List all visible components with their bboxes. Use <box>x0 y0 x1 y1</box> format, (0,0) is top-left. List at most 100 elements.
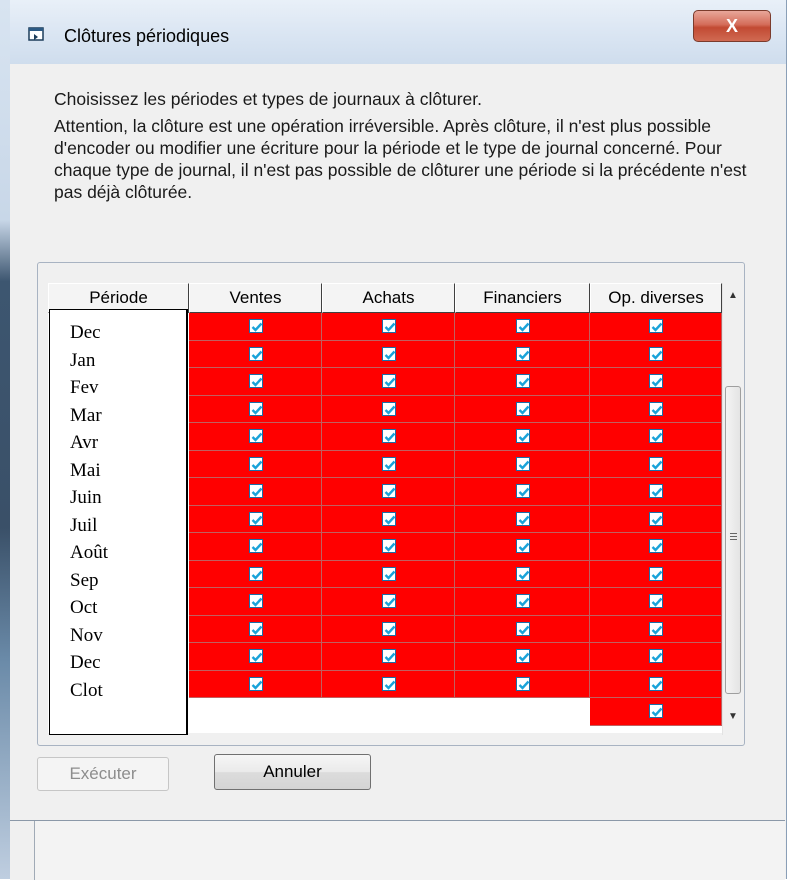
period-list: Dec Jan Fev Mar Avr Mai Juin Juil Août Sep Oct Nov D… <box>49 309 188 735</box>
close-checkbox-financiers[interactable] <box>515 621 530 636</box>
close-checkbox-financiers[interactable] <box>515 539 530 553</box>
close-checkbox-op_diverses[interactable] <box>649 621 663 636</box>
close-checkbox-op_diverses[interactable] <box>649 704 663 718</box>
column-header[interactable]: Ventes <box>189 283 322 313</box>
scroll-thumb[interactable] <box>725 386 741 694</box>
period-label: Clot <box>70 679 103 701</box>
close-checkbox-op_diverses[interactable] <box>649 649 663 663</box>
cancel-button[interactable]: Annuler <box>214 754 371 790</box>
close-checkbox-ventes[interactable] <box>248 456 263 471</box>
row-divider <box>455 669 590 671</box>
close-checkbox-financiers[interactable] <box>515 676 530 691</box>
close-checkbox-achats[interactable] <box>381 374 396 388</box>
row-divider <box>590 532 722 533</box>
check-icon <box>384 405 395 415</box>
row-divider <box>590 587 722 588</box>
closed-cells-achats <box>322 313 455 698</box>
close-checkbox-achats[interactable] <box>381 484 396 498</box>
row-divider <box>322 367 455 368</box>
close-checkbox-financiers[interactable] <box>515 319 530 333</box>
row-divider <box>189 504 322 506</box>
close-checkbox-ventes[interactable] <box>248 319 263 333</box>
close-checkbox-ventes[interactable] <box>248 346 263 361</box>
close-checkbox-financiers[interactable] <box>515 594 530 608</box>
close-checkbox-financiers[interactable] <box>515 346 530 361</box>
close-icon: X <box>725 15 738 36</box>
grid-scrollbar[interactable]: ▲ ▼ <box>722 283 743 735</box>
scroll-down-arrow-icon[interactable]: ▼ <box>723 706 743 726</box>
period-label: Nov <box>70 624 103 646</box>
close-checkbox-ventes[interactable] <box>248 429 263 443</box>
instruction-line-1: Choisissez les périodes et types de jour… <box>54 89 483 109</box>
close-checkbox-financiers[interactable] <box>515 649 530 663</box>
close-checkbox-achats[interactable] <box>381 401 396 416</box>
check-icon <box>518 460 529 470</box>
close-checkbox-op_diverses[interactable] <box>649 676 663 691</box>
close-checkbox-financiers[interactable] <box>515 456 530 471</box>
execute-button[interactable]: Exécuter <box>37 757 169 791</box>
row-divider <box>322 477 455 478</box>
close-checkbox-achats[interactable] <box>381 594 396 608</box>
status-bar <box>10 820 785 880</box>
close-checkbox-op_diverses[interactable] <box>649 539 663 553</box>
column-header[interactable]: Financiers <box>455 283 590 313</box>
close-checkbox-op_diverses[interactable] <box>649 374 663 388</box>
close-checkbox-achats[interactable] <box>381 429 396 443</box>
check-icon <box>384 322 395 332</box>
window-app-icon <box>28 26 46 42</box>
row-divider <box>322 697 455 698</box>
close-checkbox-ventes[interactable] <box>248 594 263 608</box>
row-divider <box>455 697 590 698</box>
close-checkbox-financiers[interactable] <box>515 374 530 388</box>
close-checkbox-achats[interactable] <box>381 346 396 361</box>
close-checkbox-achats[interactable] <box>381 511 396 526</box>
close-checkbox-financiers[interactable] <box>515 429 530 443</box>
close-checkbox-op_diverses[interactable] <box>649 346 663 361</box>
close-checkbox-ventes[interactable] <box>248 511 263 526</box>
close-checkbox-ventes[interactable] <box>248 649 263 663</box>
grip-line <box>730 536 737 537</box>
background-strip <box>0 0 10 879</box>
close-checkbox-ventes[interactable] <box>248 539 263 553</box>
close-checkbox-financiers[interactable] <box>515 484 530 498</box>
check-icon <box>251 597 262 607</box>
close-checkbox-op_diverses[interactable] <box>649 456 663 471</box>
title-bar[interactable]: Clôtures périodiques <box>10 0 786 64</box>
row-divider <box>590 559 722 561</box>
close-checkbox-ventes[interactable] <box>248 374 263 388</box>
close-checkbox-ventes[interactable] <box>248 401 263 416</box>
close-checkbox-achats[interactable] <box>381 319 396 333</box>
close-checkbox-ventes[interactable] <box>248 676 263 691</box>
close-checkbox-financiers[interactable] <box>515 401 530 416</box>
check-icon <box>651 597 663 607</box>
column-header[interactable]: Achats <box>322 283 455 313</box>
close-checkbox-achats[interactable] <box>381 649 396 663</box>
close-checkbox-achats[interactable] <box>381 456 396 471</box>
close-checkbox-op_diverses[interactable] <box>649 566 663 581</box>
close-checkbox-op_diverses[interactable] <box>649 484 663 498</box>
close-checkbox-achats[interactable] <box>381 621 396 636</box>
row-divider <box>189 339 322 341</box>
close-checkbox-ventes[interactable] <box>248 566 263 581</box>
close-checkbox-achats[interactable] <box>381 566 396 581</box>
close-checkbox-ventes[interactable] <box>248 484 263 498</box>
close-checkbox-achats[interactable] <box>381 539 396 553</box>
window-title: Clôtures périodiques <box>64 26 230 46</box>
close-checkbox-op_diverses[interactable] <box>649 401 663 416</box>
scroll-up-arrow-icon[interactable]: ▲ <box>723 285 743 305</box>
row-divider <box>189 697 322 698</box>
close-checkbox-op_diverses[interactable] <box>649 429 663 443</box>
column-header[interactable]: Op. diverses <box>590 283 722 313</box>
close-checkbox-achats[interactable] <box>381 676 396 691</box>
row-divider <box>322 504 455 506</box>
close-checkbox-op_diverses[interactable] <box>649 319 663 333</box>
close-button[interactable]: X <box>693 10 771 42</box>
close-checkbox-ventes[interactable] <box>248 621 263 636</box>
close-checkbox-op_diverses[interactable] <box>649 594 663 608</box>
row-divider <box>322 394 455 396</box>
close-checkbox-financiers[interactable] <box>515 566 530 581</box>
period-label: Juil <box>70 514 98 536</box>
close-checkbox-op_diverses[interactable] <box>649 511 663 526</box>
close-checkbox-financiers[interactable] <box>515 511 530 526</box>
row-divider <box>189 587 322 588</box>
